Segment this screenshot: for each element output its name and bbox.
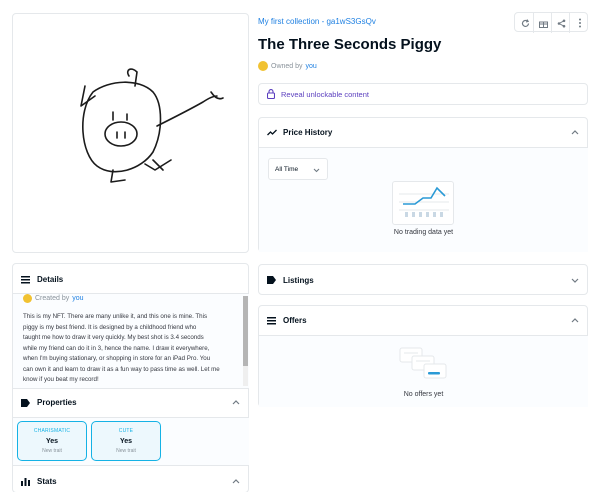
asset-title: The Three Seconds Piggy [258, 36, 442, 53]
refresh-button[interactable] [515, 13, 535, 33]
tag-icon [267, 276, 279, 284]
properties-header[interactable]: Properties [13, 388, 248, 418]
tag-icon [21, 398, 33, 407]
more-icon [578, 18, 581, 28]
no-offers-illustration [399, 347, 447, 379]
trait-type: CHARISMATIC [33, 428, 71, 434]
listings-title: Listings [283, 275, 314, 285]
listings-panel[interactable]: Listings [258, 264, 588, 295]
chevron-down-icon[interactable] [571, 276, 579, 285]
created-by-label: Created by [35, 295, 70, 302]
chevron-up-icon[interactable] [571, 316, 579, 325]
more-button[interactable] [569, 13, 589, 33]
trait-card-cute[interactable]: CUTE Yes New trait [91, 421, 161, 461]
trait-rarity: New trait [42, 448, 62, 454]
trait-value: Yes [119, 438, 133, 445]
details-header[interactable]: Details [13, 264, 248, 294]
asset-toolbar [514, 12, 589, 33]
created-by-row: Created by you [23, 294, 84, 303]
price-history-title: Price History [283, 128, 333, 137]
owner-avatar[interactable] [258, 61, 268, 71]
price-history-panel: Price History All Time No trading data y… [258, 117, 588, 252]
owner-link[interactable]: you [306, 63, 317, 70]
reveal-unlockable-label: Reveal unlockable content [281, 89, 369, 99]
reveal-unlockable-button[interactable]: Reveal unlockable content [258, 83, 588, 105]
no-data-chart-illustration [392, 181, 454, 225]
trait-type: CUTE [118, 428, 134, 434]
offers-header[interactable]: Offers [259, 306, 587, 336]
no-offers-text: No offers yet [403, 391, 444, 398]
stats-title: Stats [37, 476, 57, 486]
description-line: know if you beat my record! [23, 376, 99, 383]
lock-icon [267, 89, 275, 99]
collection-link[interactable]: My first collection - ga1wS3GsQv [258, 17, 376, 26]
properties-title: Properties [37, 398, 77, 407]
description-scrollbar[interactable] [243, 296, 248, 386]
time-range-value: All Time [275, 165, 299, 173]
share-button[interactable] [551, 13, 571, 33]
bar-chart-icon [21, 477, 33, 486]
offers-title: Offers [283, 316, 307, 325]
description-line: This is my NFT. There are many unlike it… [23, 313, 208, 320]
description-line: can own it and learn to draw it as a fun… [23, 365, 220, 373]
trait-card-charismatic[interactable]: CHARISMATIC Yes New trait [17, 421, 87, 461]
chevron-down-icon [313, 168, 320, 173]
description-line: taught me how to draw it very quickly. M… [23, 334, 204, 341]
owned-by-row: Owned by you [258, 61, 317, 71]
stats-header[interactable]: Stats [13, 466, 248, 492]
owned-by-label: Owned by [271, 62, 303, 70]
time-range-select[interactable]: All Time [268, 158, 328, 180]
no-trading-data-text: No trading data yet [393, 229, 454, 236]
trait-rarity: New trait [116, 448, 136, 454]
offers-panel: Offers No offers yet [258, 305, 588, 407]
listings-header[interactable]: Listings [259, 265, 587, 295]
creator-avatar[interactable] [23, 294, 32, 303]
trait-value: Yes [45, 438, 59, 445]
gift-icon [539, 21, 548, 28]
refresh-icon [521, 18, 529, 27]
details-list-icon [21, 275, 33, 284]
description-line: when I'm buying stationary, or shopping … [23, 355, 211, 362]
asset-image-card[interactable] [12, 13, 249, 253]
trending-icon [267, 129, 279, 136]
chevron-up-icon[interactable] [232, 477, 240, 486]
chevron-up-icon[interactable] [232, 398, 240, 407]
description-scrollbar-thumb[interactable] [243, 296, 248, 366]
share-icon [557, 19, 566, 27]
gift-button[interactable] [533, 13, 553, 33]
description-line: while my friend can do it in 3, hence th… [23, 344, 210, 352]
price-history-header[interactable]: Price History [259, 118, 587, 148]
piggy-drawing-image [80, 68, 224, 183]
details-body: Created by you This is my NFT. There are… [13, 293, 249, 389]
list-icon [267, 316, 279, 325]
description-text: This is my NFT. There are many unlike it… [23, 312, 243, 386]
details-title: Details [37, 274, 64, 284]
creator-link[interactable]: you [72, 295, 83, 302]
chevron-up-icon[interactable] [571, 128, 579, 137]
description-line: piggy is my best friend. It is designed … [23, 323, 197, 331]
